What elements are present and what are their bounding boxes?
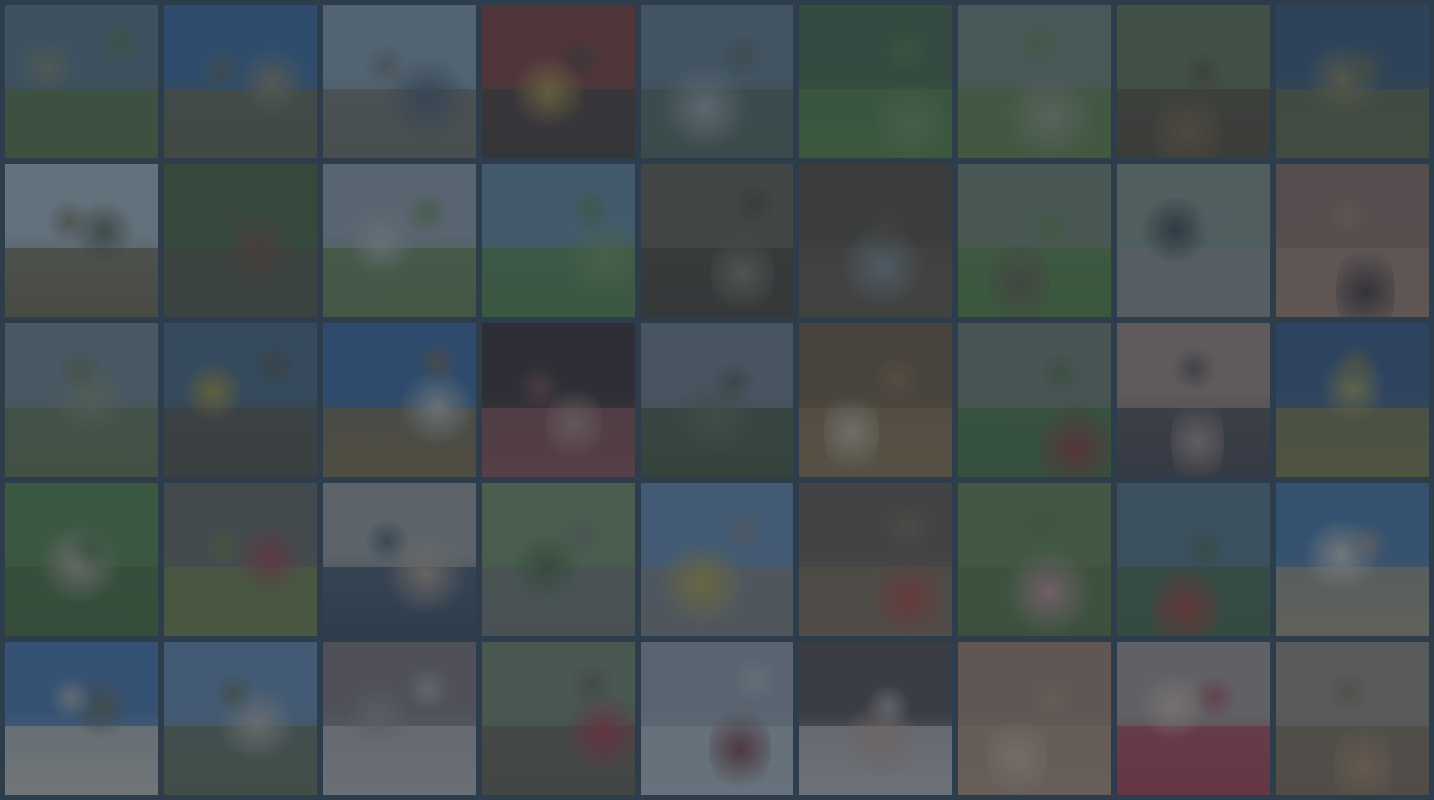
- photo-tile-woman-with-sunglasses[interactable]: [1276, 641, 1429, 795]
- dark-overlay: [1117, 641, 1271, 795]
- dark-overlay: [5, 641, 158, 795]
- dark-overlay: [481, 482, 635, 636]
- photo-tile-coastal-cliffs[interactable]: [163, 641, 317, 795]
- dark-overlay: [481, 641, 635, 795]
- photo-tile-father-and-baby[interactable]: [322, 482, 476, 636]
- photo-tile-barn-interior-bottles[interactable]: [799, 164, 953, 318]
- dark-overlay: [163, 482, 317, 636]
- photo-tile-baby-hand-holding[interactable]: [958, 641, 1112, 795]
- dark-overlay: [958, 164, 1112, 318]
- dark-overlay: [640, 5, 794, 159]
- photo-tile-wooden-wagon-wheel[interactable]: [1117, 5, 1271, 159]
- dark-overlay: [322, 482, 476, 636]
- dark-overlay: [481, 164, 635, 318]
- dark-overlay: [958, 323, 1112, 477]
- dark-overlay: [799, 5, 953, 159]
- photo-tile-sleeping-baby-blanket[interactable]: [322, 641, 476, 795]
- photo-tile-baby-portrait[interactable]: [799, 641, 953, 795]
- dark-overlay: [163, 164, 317, 318]
- dark-overlay: [799, 641, 953, 795]
- photo-tile-siblings-smiling[interactable]: [1117, 641, 1271, 795]
- photo-tile-seaside-hotel[interactable]: [5, 641, 158, 795]
- photo-tile-red-barn-window[interactable]: [958, 323, 1112, 477]
- dark-overlay: [5, 5, 158, 159]
- photo-tile-baby-in-pink-hat[interactable]: [958, 482, 1112, 636]
- dark-overlay: [799, 482, 953, 636]
- photo-tile-red-flowers-village[interactable]: [1117, 482, 1271, 636]
- photo-tile-wishing-well-garden[interactable]: [958, 164, 1112, 318]
- dark-overlay: [1276, 5, 1429, 159]
- photo-tile-selfie-with-baby[interactable]: [1276, 164, 1429, 318]
- photo-tile-vintage-gas-pump[interactable]: [640, 5, 794, 159]
- dark-overlay: [1117, 5, 1271, 159]
- dark-overlay: [640, 164, 794, 318]
- photo-tile-hillside-town[interactable]: [1276, 482, 1429, 636]
- photo-tile-snowy-house-tree[interactable]: [640, 641, 794, 795]
- photo-tile-saloon-building[interactable]: [1276, 323, 1429, 477]
- dark-overlay: [1117, 164, 1271, 318]
- photo-grid: [5, 5, 1429, 795]
- dark-overlay: [958, 641, 1112, 795]
- photo-tile-white-house-hillside[interactable]: [322, 164, 476, 318]
- dark-overlay: [799, 164, 953, 318]
- dark-overlay: [163, 323, 317, 477]
- dark-overlay: [1276, 323, 1429, 477]
- dark-overlay: [958, 482, 1112, 636]
- photo-tile-person-on-road[interactable]: [1117, 164, 1271, 318]
- photo-tile-yellow-house[interactable]: [640, 482, 794, 636]
- dark-overlay: [5, 482, 158, 636]
- dark-overlay: [322, 164, 476, 318]
- photo-tile-old-porch-house[interactable]: [1276, 5, 1429, 159]
- photo-tile-general-store[interactable]: [799, 482, 953, 636]
- photo-tile-baby-in-bonnet[interactable]: [1117, 323, 1271, 477]
- photo-tile-coastal-cliff-grass[interactable]: [5, 323, 158, 477]
- dark-overlay: [163, 641, 317, 795]
- dark-overlay: [322, 5, 476, 159]
- dark-overlay: [481, 5, 635, 159]
- dark-overlay: [958, 5, 1112, 159]
- dark-overlay: [640, 323, 794, 477]
- dark-overlay: [640, 482, 794, 636]
- dark-overlay: [322, 323, 476, 477]
- dark-overlay: [799, 323, 953, 477]
- photo-tile-antique-lamp-shop[interactable]: [163, 323, 317, 477]
- dark-overlay: [640, 641, 794, 795]
- dark-overlay: [163, 5, 317, 159]
- dark-overlay: [1276, 641, 1429, 795]
- photo-tile-couple-on-beach[interactable]: [322, 5, 476, 159]
- dark-overlay: [1276, 482, 1429, 636]
- dark-overlay: [1117, 482, 1271, 636]
- photo-tile-farm-machinery-shed[interactable]: [640, 164, 794, 318]
- photo-tile-street-clock[interactable]: [322, 323, 476, 477]
- photo-tile-antique-shop-front[interactable]: [481, 5, 635, 159]
- photo-tile-stone-church[interactable]: [163, 5, 317, 159]
- photo-tile-green-meadow-trees[interactable]: [799, 5, 953, 159]
- dark-overlay: [5, 164, 158, 318]
- photo-tile-farmhouse-field[interactable]: [5, 5, 158, 159]
- photo-tile-horse-in-stable[interactable]: [799, 323, 953, 477]
- photo-tile-forest-trees[interactable]: [640, 323, 794, 477]
- dark-overlay: [322, 641, 476, 795]
- dark-overlay: [1117, 323, 1271, 477]
- photo-wall-background: [0, 0, 1434, 800]
- photo-tile-baby-sleeping-grass[interactable]: [5, 482, 158, 636]
- dark-overlay: [1276, 164, 1429, 318]
- photo-tile-red-adirondack-chair[interactable]: [481, 641, 635, 795]
- dark-overlay: [481, 323, 635, 477]
- dark-overlay: [5, 323, 158, 477]
- photo-tile-tall-trees-field[interactable]: [481, 164, 635, 318]
- photo-tile-spring-trees[interactable]: [958, 5, 1112, 159]
- photo-tile-tree-lined-path[interactable]: [481, 482, 635, 636]
- photo-tile-hand-holding-toy[interactable]: [163, 482, 317, 636]
- photo-tile-baby-in-fur-hat[interactable]: [481, 323, 635, 477]
- photo-tile-garden-path-sign[interactable]: [163, 164, 317, 318]
- photo-tile-couple-on-boardwalk[interactable]: [5, 164, 158, 318]
